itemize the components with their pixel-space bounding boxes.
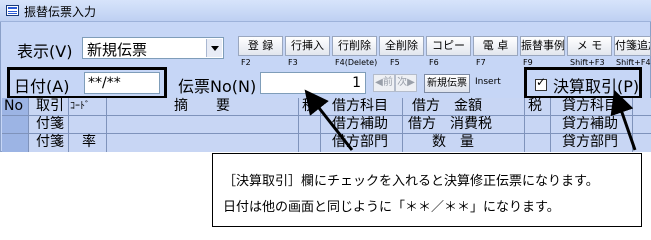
callout-line-1: ［決算取引］欄にチェックを入れると決算修正伝票になります。	[223, 174, 599, 189]
arrow-to-date	[304, 89, 354, 151]
callout-line-2: 日付は他の画面と同じように「＊＊／＊＊」になります。	[223, 200, 560, 215]
explanation-callout: ［決算取引］欄にチェックを入れると決算修正伝票になります。 日付は他の画面と同じ…	[212, 153, 642, 227]
arrow-to-settlement	[610, 89, 637, 151]
